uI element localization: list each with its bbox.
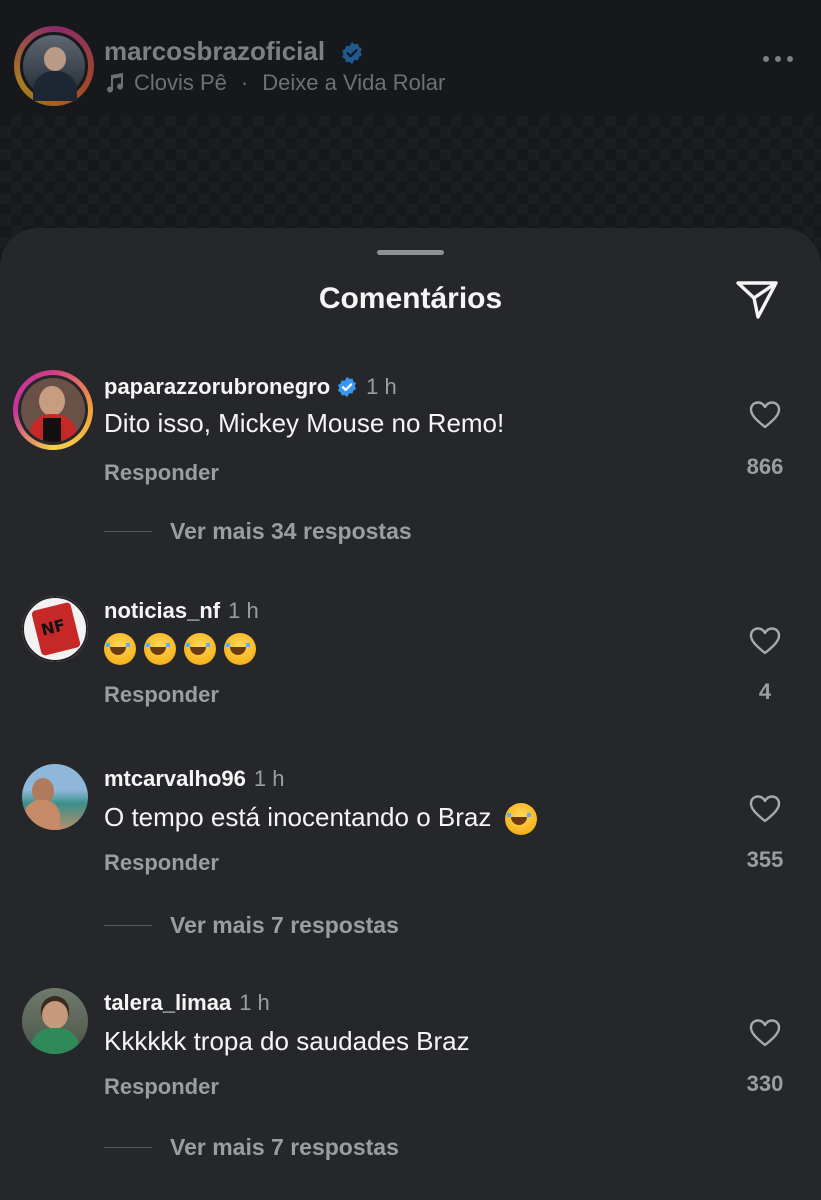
heart-icon[interactable] <box>749 1018 781 1048</box>
heart-icon[interactable] <box>749 626 781 656</box>
comments-sheet: Comentários paparazzorubronegro 1 h Dito… <box>0 228 821 1200</box>
comment-text-content: O tempo está inocentando o Braz <box>104 802 492 832</box>
view-more-replies[interactable]: Ver mais 34 respostas <box>104 518 412 545</box>
comment-username-text[interactable]: paparazzorubronegro <box>104 374 330 400</box>
comment-username[interactable]: paparazzorubronegro 1 h <box>104 374 397 400</box>
post-username[interactable]: marcosbrazoficial <box>104 36 364 67</box>
view-more-replies-text[interactable]: Ver mais 7 respostas <box>170 1134 399 1161</box>
post-music[interactable]: Clovis Pê · Deixe a Vida Rolar <box>104 70 445 96</box>
commenter-avatar[interactable] <box>13 370 93 450</box>
view-more-replies-text[interactable]: Ver mais 7 respostas <box>170 912 399 939</box>
comment-time: 1 h <box>228 598 259 623</box>
comment-text: Dito isso, Mickey Mouse no Remo! <box>104 408 505 438</box>
comment-time: 1 h <box>253 766 285 791</box>
comment-text: Kkkkkk tropa do saudades Braz <box>104 1026 470 1056</box>
replies-divider-line <box>104 1147 152 1148</box>
comment-username[interactable]: talera_limaa 1 h <box>104 990 270 1016</box>
send-icon[interactable] <box>734 276 780 322</box>
reply-button[interactable]: Responder <box>104 1074 219 1100</box>
heart-icon[interactable] <box>749 794 781 824</box>
comment-username[interactable]: mtcarvalho96 1 h <box>104 766 284 792</box>
avatar-image <box>20 32 88 101</box>
comment-time: 1 h <box>366 374 397 399</box>
view-more-replies-text[interactable]: Ver mais 34 respostas <box>170 518 412 545</box>
reply-button[interactable]: Responder <box>104 682 219 708</box>
comment-username-text[interactable]: noticias_nf <box>104 598 220 624</box>
comment-time: 1 h <box>239 990 270 1015</box>
like-count: 355 <box>746 847 784 872</box>
replies-divider-line <box>104 925 152 926</box>
replies-divider-line <box>104 531 152 532</box>
comment-text: O tempo está inocentando o Braz <box>104 802 545 836</box>
post-username-text[interactable]: marcosbrazoficial <box>104 36 325 66</box>
more-options-icon[interactable] <box>763 56 793 62</box>
like-count: 330 <box>746 1071 784 1096</box>
emoji-laughing-icon <box>184 633 216 666</box>
view-more-replies[interactable]: Ver mais 7 respostas <box>104 1134 399 1161</box>
post-author-avatar[interactable] <box>14 26 94 106</box>
view-more-replies[interactable]: Ver mais 7 respostas <box>104 912 399 939</box>
comment-username-text[interactable]: talera_limaa <box>104 990 231 1016</box>
comment-username-text[interactable]: mtcarvalho96 <box>104 766 246 792</box>
commenter-avatar[interactable]: NF <box>22 596 88 662</box>
like-count: 4 <box>758 679 772 704</box>
commenter-avatar[interactable] <box>22 988 88 1054</box>
music-separator: · <box>240 70 249 95</box>
like-count: 866 <box>746 454 784 479</box>
emoji-laughing-icon <box>504 803 537 836</box>
sheet-grab-handle[interactable] <box>377 250 444 255</box>
sheet-title: Comentários <box>318 282 503 315</box>
music-note-icon <box>107 73 124 93</box>
reply-button[interactable]: Responder <box>104 460 219 486</box>
music-title: Deixe a Vida Rolar <box>262 70 446 95</box>
emoji-laughing-icon <box>104 633 136 666</box>
heart-icon[interactable] <box>749 400 781 430</box>
post-header: marcosbrazoficial Clovis Pê · Deixe a Vi… <box>0 0 821 116</box>
comment-text <box>104 632 264 666</box>
reply-button[interactable]: Responder <box>104 850 219 876</box>
comment-username[interactable]: noticias_nf 1 h <box>104 598 259 624</box>
music-artist: Clovis Pê <box>134 70 227 95</box>
emoji-laughing-icon <box>144 633 176 666</box>
verified-badge-icon <box>342 42 363 65</box>
commenter-avatar[interactable] <box>22 764 88 830</box>
verified-badge-icon <box>338 376 357 398</box>
emoji-laughing-icon <box>224 633 256 666</box>
